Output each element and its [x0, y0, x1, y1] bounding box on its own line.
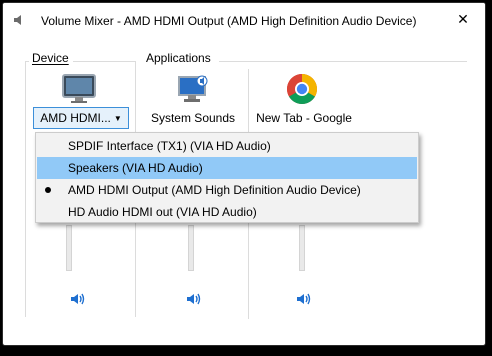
dropdown-item-label: AMD HDMI Output (AMD High Definition Aud…: [68, 183, 361, 197]
selected-bullet-icon: [45, 187, 51, 193]
dropdown-item-speakers[interactable]: Speakers (VIA HD Audio): [37, 157, 417, 179]
close-icon: ✕: [457, 10, 469, 27]
title-bar[interactable]: Volume Mixer - AMD HDMI Output (AMD High…: [3, 3, 485, 39]
dropdown-item-amd-hdmi[interactable]: AMD HDMI Output (AMD High Definition Aud…: [37, 179, 417, 201]
system-sounds-icon: [178, 75, 208, 102]
speaker-title-icon: [14, 15, 21, 25]
device-select-button[interactable]: AMD HDMI... ▼: [33, 107, 129, 129]
dropdown-item-label: SPDIF Interface (TX1) (VIA HD Audio): [68, 139, 271, 153]
close-button[interactable]: ✕: [441, 3, 485, 35]
device-volume-track[interactable]: [66, 225, 72, 271]
device-dropdown-menu: SPDIF Interface (TX1) (VIA HD Audio) Spe…: [35, 132, 419, 223]
chrome-speaker-icon[interactable]: [296, 292, 312, 306]
dropdown-item-label: HD Audio HDMI out (VIA HD Audio): [68, 205, 257, 219]
device-speaker-icon[interactable]: [70, 292, 86, 306]
device-select-label: AMD HDMI...: [40, 111, 111, 125]
app-label-system-sounds: System Sounds: [150, 111, 236, 125]
system-sounds-volume-track[interactable]: [188, 225, 194, 271]
monitor-icon: [62, 74, 96, 103]
dropdown-item-hd-audio-hdmi[interactable]: HD Audio HDMI out (VIA HD Audio): [37, 201, 417, 223]
window-title: Volume Mixer - AMD HDMI Output (AMD High…: [41, 14, 417, 28]
system-sounds-speaker-icon[interactable]: [186, 292, 202, 306]
dropdown-item-label: Speakers (VIA HD Audio): [68, 161, 203, 175]
app-label-chrome: New Tab - Google: [256, 111, 352, 125]
chevron-down-icon: ▼: [113, 113, 122, 123]
dropdown-item-spdif[interactable]: SPDIF Interface (TX1) (VIA HD Audio): [37, 135, 417, 157]
volume-mixer-window: Volume Mixer - AMD HDMI Output (AMD High…: [2, 2, 486, 346]
chrome-icon: [286, 74, 318, 105]
chrome-volume-track[interactable]: [299, 225, 305, 271]
